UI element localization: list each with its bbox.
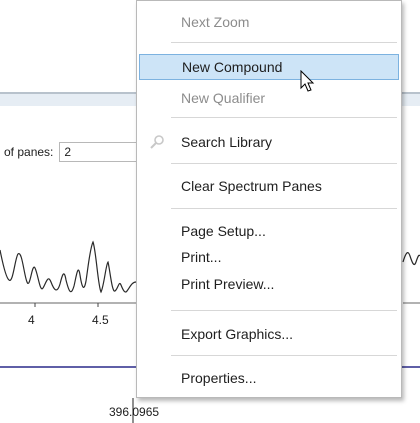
menu-item-label: Next Zoom bbox=[181, 14, 250, 30]
menu-item-page-setup[interactable]: Page Setup... bbox=[139, 218, 399, 244]
x-tick-label: 4.5 bbox=[92, 313, 109, 327]
menu-item-next-zoom[interactable]: Next Zoom bbox=[139, 9, 399, 35]
menu-item-new-compound[interactable]: New Compound bbox=[139, 54, 399, 80]
menu-item-label: Page Setup... bbox=[181, 223, 266, 239]
menu-item-label: Print... bbox=[181, 249, 222, 265]
menu-separator bbox=[171, 310, 397, 311]
menu-item-print-preview[interactable]: Print Preview... bbox=[139, 271, 399, 297]
menu-item-clear-spectrum-panes[interactable]: Clear Spectrum Panes bbox=[139, 173, 399, 199]
menu-separator bbox=[171, 208, 397, 209]
menu-separator bbox=[171, 117, 397, 118]
menu-item-export-graphics[interactable]: Export Graphics... bbox=[139, 321, 399, 347]
mouse-cursor-icon bbox=[300, 70, 315, 92]
spectrum-trace bbox=[0, 240, 137, 294]
menu-item-label: Export Graphics... bbox=[181, 326, 294, 342]
menu-item-print[interactable]: Print... bbox=[139, 244, 399, 270]
menu-item-label: Properties... bbox=[181, 370, 257, 386]
menu-separator bbox=[171, 42, 397, 43]
menu-item-label: New Qualifier bbox=[181, 90, 266, 106]
menu-item-label: New Compound bbox=[182, 59, 283, 75]
menu-item-search-library[interactable]: Search Library bbox=[139, 129, 399, 155]
x-tick-label: 4 bbox=[28, 313, 35, 327]
menu-separator bbox=[171, 163, 397, 164]
menu-separator bbox=[171, 355, 397, 356]
menu-item-new-qualifier[interactable]: New Qualifier bbox=[139, 85, 399, 111]
context-menu: Next Zoom New Compound New Qualifier Sea… bbox=[136, 0, 402, 398]
menu-item-label: Print Preview... bbox=[181, 276, 275, 292]
peak-label: 396.0965 bbox=[109, 405, 160, 419]
search-library-icon bbox=[150, 135, 164, 149]
spectrum-trace-right bbox=[402, 252, 420, 266]
menu-item-properties[interactable]: Properties... bbox=[139, 365, 399, 391]
menu-item-label: Search Library bbox=[181, 134, 273, 150]
menu-item-label: Clear Spectrum Panes bbox=[181, 178, 322, 194]
